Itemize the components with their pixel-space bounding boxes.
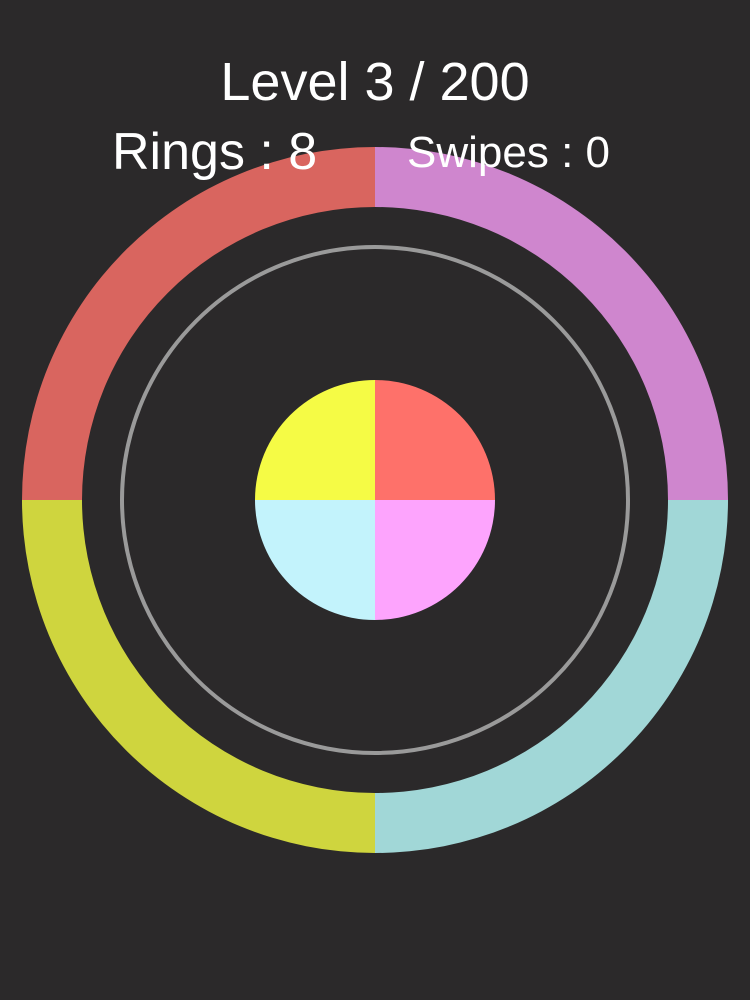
center-quadrant-red (375, 380, 495, 500)
center-ball[interactable] (255, 380, 495, 620)
center-quadrant-pink (375, 500, 495, 620)
center-quadrant-yellow (255, 380, 375, 500)
game-board[interactable] (0, 0, 750, 1000)
center-quadrant-cyan (255, 500, 375, 620)
